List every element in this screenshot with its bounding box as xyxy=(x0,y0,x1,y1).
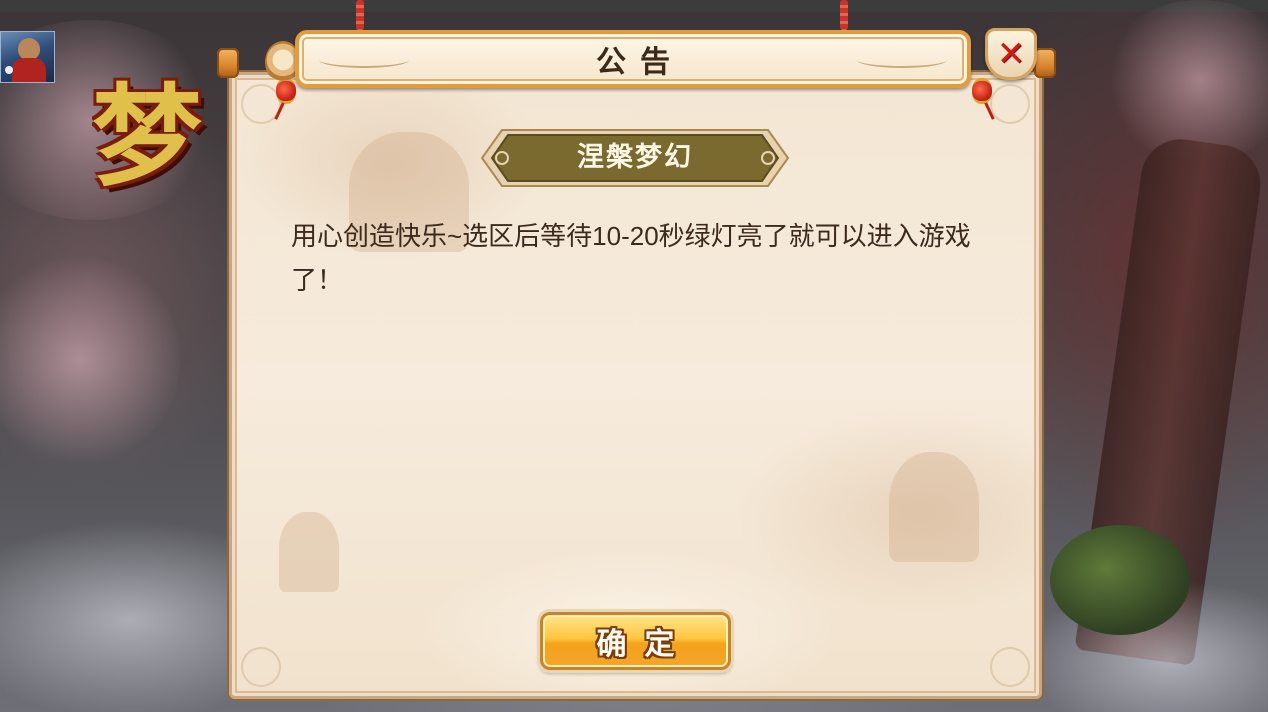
scroll-rod-left xyxy=(217,48,239,78)
confirm-button-label: 确定 xyxy=(596,627,693,662)
banner-title: 涅槃梦幻 xyxy=(577,142,693,173)
swirl-ornament xyxy=(319,52,409,68)
lantern-icon xyxy=(972,78,992,104)
hanging-rope xyxy=(840,0,848,30)
swirl-ornament xyxy=(857,52,947,68)
corner-ornament xyxy=(990,647,1030,687)
corner-ornament xyxy=(990,84,1030,124)
cherry-blossom-decoration xyxy=(1100,0,1268,160)
announcement-banner: 涅槃梦幻 xyxy=(480,127,790,189)
cherry-blossom-decoration xyxy=(0,250,180,470)
bush-decoration xyxy=(1050,525,1190,635)
dialog-title: 公告 xyxy=(596,45,684,80)
confirm-button[interactable]: 确定 xyxy=(540,612,731,670)
announcement-message: 用心创造快乐~选区后等待10-20秒绿灯亮了就可以进入游戏了！ xyxy=(291,221,971,295)
mountain-watermark xyxy=(279,512,339,592)
scroll-rod-right xyxy=(1034,48,1056,78)
top-status-strip xyxy=(0,0,1268,12)
close-icon: ✕ xyxy=(996,34,1026,74)
close-button[interactable]: ✕ xyxy=(985,28,1037,80)
player-avatar-icon[interactable] xyxy=(0,31,55,83)
game-logo: 梦幻 xyxy=(92,73,202,201)
hanging-rope xyxy=(356,0,364,30)
mountain-watermark xyxy=(889,452,979,562)
corner-ornament xyxy=(241,647,281,687)
dialog-title-bar: 公告 xyxy=(295,30,971,88)
